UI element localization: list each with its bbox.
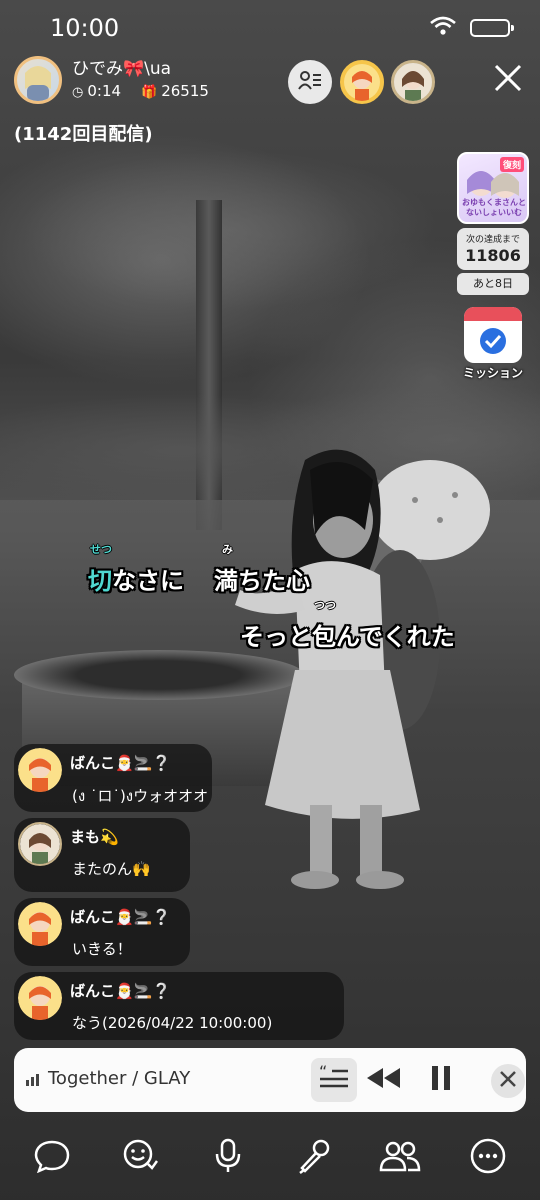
lyric-ruby: せつ: [90, 543, 112, 556]
banner-tag: 復刻: [499, 157, 524, 172]
banner-text: おゆもくまさんとないしょいいむ: [462, 198, 526, 217]
viewer-list-icon: [298, 69, 322, 95]
chat-message[interactable]: ばんこ🎅🚬❔ (ง ˙ロ˙)งウォオオオ: [14, 744, 212, 812]
clock: 10:00: [50, 14, 120, 42]
host-avatar[interactable]: [14, 56, 62, 104]
stream-stats: ◷ 0:14 🎁 26515: [72, 82, 209, 100]
more-icon: [470, 1138, 506, 1178]
goal-value: 11806: [465, 246, 521, 265]
rewind-icon: [367, 1068, 401, 1092]
viewer-avatar[interactable]: [391, 60, 435, 104]
gift-icon: 🎁: [141, 85, 158, 100]
chat-message[interactable]: まも💫 またのん🙌: [14, 818, 190, 892]
chat-text: なう(2026/04/22 10:00:00): [72, 1014, 273, 1032]
equalizer-icon: [26, 1074, 39, 1086]
close-icon: [499, 1070, 517, 1092]
lyric-line-1: 切なさに: [88, 561, 184, 596]
elapsed-time: 0:14: [87, 82, 122, 100]
clock-icon: ◷: [72, 85, 84, 100]
viewer-list-button[interactable]: [288, 60, 332, 104]
lyric-line-1b: 満ちた心: [214, 567, 310, 595]
chat-bubble-icon: [34, 1139, 70, 1177]
close-music-button[interactable]: [491, 1064, 525, 1098]
goal-label: 次の達成まで: [465, 235, 520, 245]
rewind-button[interactable]: [366, 1062, 402, 1098]
karaoke-button[interactable]: [290, 1134, 338, 1182]
more-button[interactable]: [464, 1134, 512, 1182]
host-name[interactable]: ひでみ🎀\ua: [72, 54, 171, 79]
goal-counter[interactable]: 次の達成まで 11806: [457, 228, 529, 270]
karaoke-mic-icon: [296, 1138, 332, 1178]
chat-text: (ง ˙ロ˙)งウォオオオ: [72, 787, 209, 805]
microphone-icon: [213, 1138, 243, 1178]
wifi-icon: [430, 16, 456, 40]
close-icon: [493, 63, 523, 97]
chat-avatar: [18, 902, 62, 946]
chat-avatar: [18, 822, 62, 866]
days-left: あと8日: [457, 273, 529, 295]
status-bar: 10:00: [0, 0, 540, 52]
collab-button[interactable]: [376, 1134, 424, 1182]
tree-canopy: [20, 150, 440, 310]
calendar-check-icon: [479, 327, 507, 359]
chat-username: ばんこ🎅🚬❔: [70, 908, 172, 926]
stream-title: (1142回目配信): [14, 124, 153, 145]
lyrics-button[interactable]: “: [311, 1058, 357, 1102]
chat-avatar: [18, 748, 62, 792]
chat-text: またのん🙌: [72, 860, 151, 878]
mic-button[interactable]: [204, 1134, 252, 1182]
lyrics-icon: “: [319, 1062, 349, 1095]
chat-username: まも💫: [70, 828, 119, 846]
pause-icon: [430, 1066, 452, 1094]
chat-username: ばんこ🎅🚬❔: [70, 754, 172, 772]
mission-label: ミッション: [462, 366, 523, 380]
gift-count: 26515: [161, 82, 209, 100]
chat-username: ばんこ🎅🚬❔: [70, 982, 172, 1000]
viewer-avatar[interactable]: [340, 60, 384, 104]
chat-text: いきる！: [72, 940, 132, 958]
lyric-ruby: つつ: [314, 599, 336, 612]
comment-button[interactable]: [28, 1134, 76, 1182]
emoji-icon: [122, 1138, 159, 1178]
chat-message[interactable]: ばんこ🎅🚬❔ いきる！: [14, 898, 190, 966]
lyric-line-2: そっと包んでくれた: [240, 623, 455, 651]
event-banner[interactable]: 復刻 おゆもくまさんとないしょいいむ: [457, 152, 529, 224]
avatar-character: [215, 440, 495, 900]
chat-message[interactable]: ばんこ🎅🚬❔ なう(2026/04/22 10:00:00): [14, 972, 344, 1040]
pause-button[interactable]: [423, 1062, 459, 1098]
music-player: Together / GLAY “: [14, 1048, 526, 1112]
lyric-ruby: み: [222, 543, 233, 556]
chat-avatar: [18, 976, 62, 1020]
bottom-toolbar: [0, 1124, 540, 1200]
song-title[interactable]: Together / GLAY: [48, 1068, 190, 1089]
close-button[interactable]: [488, 60, 528, 100]
battery-icon: [470, 19, 514, 37]
reaction-button[interactable]: [116, 1134, 164, 1182]
mission-button[interactable]: [464, 307, 522, 363]
users-icon: [379, 1140, 421, 1176]
lyric-text: なさに: [112, 567, 184, 595]
lyric-sung-text: 切: [88, 567, 112, 595]
